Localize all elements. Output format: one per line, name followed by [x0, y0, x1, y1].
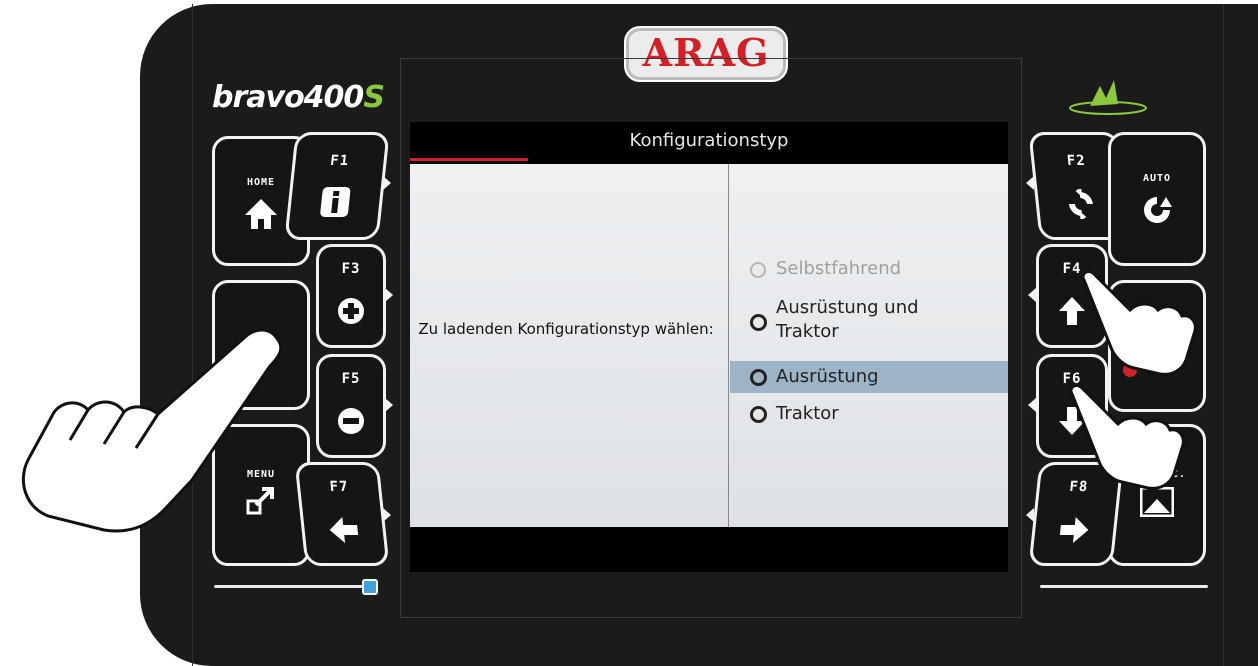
auto-button[interactable]: AUTO	[1108, 132, 1206, 266]
f8-pointer	[1026, 508, 1034, 522]
panel-divider	[728, 164, 729, 527]
f2-label: F2	[1066, 153, 1087, 169]
left-bezel-line	[214, 585, 364, 588]
auto-button-label: AUTO	[1142, 173, 1172, 184]
status-led-icon	[362, 579, 378, 595]
display-screen: Konfigurationstyp Zu ladenden Konfigurat…	[410, 122, 1008, 572]
info-icon	[320, 187, 351, 217]
title-accent-bar	[410, 158, 528, 161]
f6-pointer	[1028, 398, 1036, 412]
refresh-icon	[1068, 189, 1093, 219]
radio-icon	[750, 314, 767, 331]
bravo-logo: bravo400S	[212, 80, 385, 115]
selection-panel: Zu ladenden Konfigurationstyp wählen: Se…	[410, 164, 1008, 527]
option-label: Ausrüstung und Traktor	[776, 297, 919, 342]
f3-label: F3	[341, 261, 361, 277]
radio-icon	[750, 369, 767, 386]
bird-logo-icon	[1069, 80, 1147, 115]
f3-pointer	[385, 288, 393, 302]
f1-label: F1	[329, 153, 350, 169]
plus-icon	[338, 298, 364, 324]
home-icon	[245, 199, 277, 229]
option-label: Traktor	[776, 403, 839, 424]
prompt-text: Zu ladenden Konfigurationstyp wählen:	[418, 320, 714, 338]
hand-pointer-icon-f4	[1081, 270, 1197, 376]
right-bezel-line	[1040, 585, 1208, 588]
f3-button[interactable]: F3	[316, 244, 386, 348]
cycle-icon	[1144, 197, 1172, 223]
f2-pointer	[1026, 176, 1034, 190]
f7-button[interactable]: F7	[294, 462, 390, 566]
bravo-logo-model: bravo400	[212, 80, 364, 115]
option-label: Selbstfahrend	[776, 258, 902, 279]
f7-pointer	[383, 508, 391, 522]
arrow-right-icon	[1059, 517, 1089, 543]
f5-pointer	[385, 398, 393, 412]
bravo-logo-suffix: S	[363, 80, 385, 115]
hand-pointer-icon	[21, 328, 283, 533]
f4-pointer	[1028, 288, 1036, 302]
radio-icon	[750, 406, 767, 423]
minus-icon	[338, 408, 364, 434]
f5-button[interactable]: F5	[316, 354, 386, 458]
radio-icon	[750, 262, 766, 278]
f1-pointer	[383, 176, 391, 190]
option-ausruestung-und-traktor[interactable]: Ausrüstung und Traktor	[730, 292, 1008, 354]
f5-label: F5	[341, 371, 361, 387]
option-selbstfahrend[interactable]: Selbstfahrend	[730, 254, 1008, 284]
f7-label: F7	[328, 479, 350, 495]
f1-button[interactable]: F1	[284, 132, 390, 240]
option-ausruestung[interactable]: Ausrüstung	[730, 361, 1008, 393]
option-label: Ausrüstung	[776, 366, 879, 387]
option-traktor[interactable]: Traktor	[730, 398, 1008, 430]
arrow-left-icon	[329, 517, 359, 543]
hand-pointer-icon-f6	[1069, 384, 1185, 490]
